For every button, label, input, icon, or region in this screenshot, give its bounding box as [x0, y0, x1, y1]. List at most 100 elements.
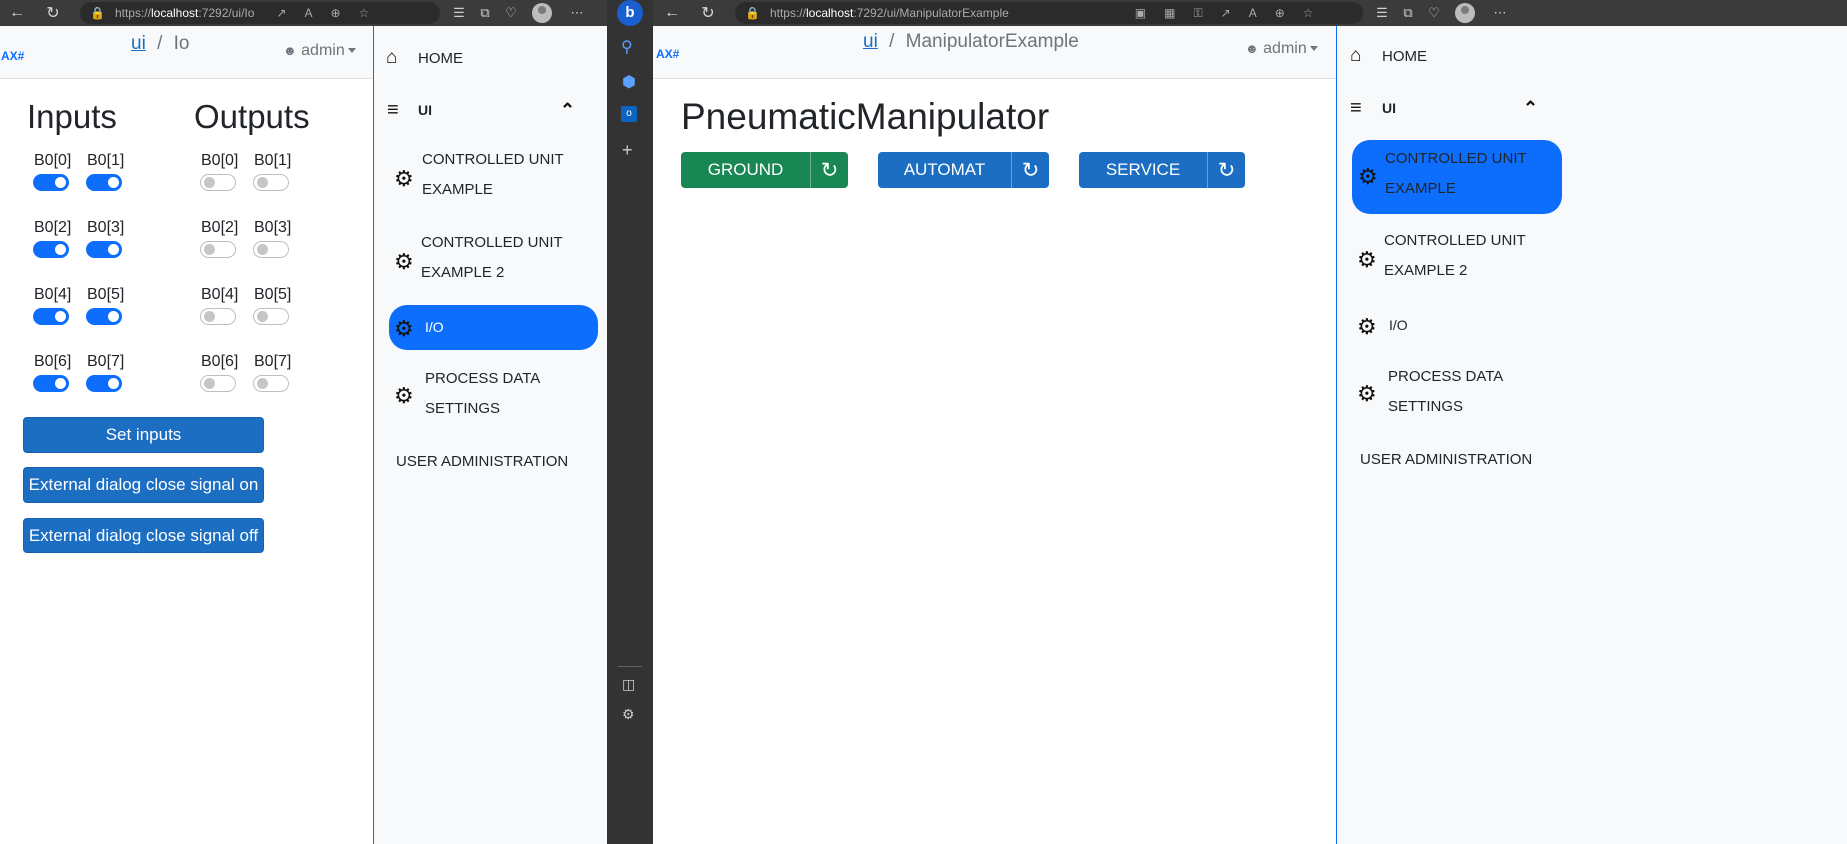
brand-logo[interactable]: AX#: [656, 47, 679, 61]
user-name: admin: [301, 42, 345, 59]
nav-controlled-unit-example[interactable]: CONTROLLED UNIT EXAMPLE: [1385, 144, 1527, 204]
input-bit-toggle[interactable]: [86, 308, 122, 325]
nav-item-label-line1: CONTROLLED UNIT: [1385, 150, 1527, 167]
input-bit-toggle[interactable]: [86, 174, 122, 191]
nav-io[interactable]: I/O: [1389, 308, 1408, 343]
zoom-icon[interactable]: ⊕: [1275, 6, 1285, 20]
open-external-icon[interactable]: ↗: [1221, 6, 1231, 20]
input-bit-label: B0[5]: [87, 286, 125, 303]
zoom-icon[interactable]: ⊕: [330, 6, 340, 20]
favorite-star-icon[interactable]: ☆: [1303, 6, 1314, 20]
output-bit-label: B0[1]: [254, 152, 292, 169]
collections-icon[interactable]: ⧉: [1395, 5, 1421, 21]
url-prefix: https://: [769, 6, 806, 20]
set-inputs-button[interactable]: Set inputs: [23, 417, 264, 453]
nav-item-label-line2: SETTINGS: [1388, 398, 1464, 415]
address-bar[interactable]: 🔒 https://localhost:7292/ui/Io ↗ A ⊕ ☆: [80, 2, 440, 24]
nav-ui[interactable]: UI: [1382, 91, 1396, 126]
breadcrumb-root-link[interactable]: ui: [863, 31, 878, 52]
input-bit-toggle[interactable]: [86, 241, 122, 258]
chevron-up-icon[interactable]: ⌃: [560, 100, 575, 121]
health-icon[interactable]: ♡: [1421, 5, 1447, 21]
output-bit-label: B0[4]: [201, 286, 239, 303]
input-bit-toggle[interactable]: [86, 375, 122, 392]
nav-ui[interactable]: UI: [418, 93, 432, 128]
input-bit-label: B0[1]: [87, 152, 125, 169]
output-bit-toggle: [200, 174, 236, 191]
favorites-icon[interactable]: ☰: [446, 5, 472, 21]
nav-item-label-line2: EXAMPLE 2: [1384, 262, 1468, 279]
nav-item-label-line1: PROCESS DATA: [425, 370, 541, 387]
profile-avatar[interactable]: [532, 3, 552, 23]
gear-icon: ⚙: [1357, 314, 1377, 339]
grid-icon[interactable]: ▦: [1164, 6, 1175, 20]
ground-button[interactable]: GROUND: [681, 152, 810, 188]
breadcrumb-root-link[interactable]: ui: [131, 33, 146, 54]
favorite-star-icon[interactable]: ☆: [359, 6, 370, 20]
nav-process-data-settings[interactable]: PROCESS DATA SETTINGS: [425, 364, 540, 424]
output-bit-label: B0[6]: [201, 353, 239, 370]
caret-down-icon: [1309, 46, 1318, 52]
nav-controlled-unit-example-2[interactable]: CONTROLLED UNIT EXAMPLE 2: [421, 228, 563, 288]
output-bit-label: B0[7]: [254, 353, 292, 370]
settings-gear-icon[interactable]: ⚙: [622, 706, 635, 723]
add-icon[interactable]: +: [622, 140, 633, 161]
back-arrow-icon[interactable]: ←: [4, 4, 30, 22]
nav-controlled-unit-example[interactable]: CONTROLLED UNIT EXAMPLE: [422, 145, 564, 205]
gear-icon: ⚙: [1358, 164, 1378, 189]
nav-home[interactable]: HOME: [418, 41, 463, 76]
right-browser-toolbar: ← ↻ 🔒 https://localhost:7292/ui/Manipula…: [653, 0, 1847, 26]
favorites-icon[interactable]: ☰: [1369, 5, 1395, 21]
nav-controlled-unit-example-2[interactable]: CONTROLLED UNIT EXAMPLE 2: [1384, 226, 1526, 286]
sidebar-toggle-icon[interactable]: ◫: [622, 676, 635, 693]
input-bit-toggle[interactable]: [33, 308, 69, 325]
external-dialog-close-on-button[interactable]: External dialog close signal on: [23, 467, 264, 503]
more-icon[interactable]: ⋯: [1487, 5, 1513, 21]
collections-icon[interactable]: ⧉: [472, 5, 498, 21]
address-bar[interactable]: 🔒 https://localhost:7292/ui/ManipulatorE…: [735, 2, 1363, 24]
refresh-icon[interactable]: ↻: [810, 152, 848, 188]
caret-down-icon: [347, 48, 356, 54]
read-aloud-icon[interactable]: A: [304, 6, 312, 20]
breadcrumb-separator: /: [889, 31, 895, 52]
input-bit-toggle[interactable]: [33, 174, 69, 191]
user-menu[interactable]: ☻ admin: [283, 42, 356, 60]
shopping-icon[interactable]: ⬢: [622, 72, 636, 92]
nav-user-administration[interactable]: USER ADMINISTRATION: [1360, 442, 1532, 477]
profile-avatar[interactable]: [1455, 3, 1475, 23]
nav-item-label-line1: CONTROLLED UNIT: [1384, 232, 1526, 249]
chevron-up-icon[interactable]: ⌃: [1523, 98, 1538, 119]
automat-button[interactable]: AUTOMAT: [878, 152, 1011, 188]
refresh-icon[interactable]: ↻: [1011, 152, 1049, 188]
external-dialog-close-off-button[interactable]: External dialog close signal off: [23, 518, 264, 553]
output-bit-label: B0[2]: [201, 219, 239, 236]
refresh-icon[interactable]: ↻: [695, 3, 721, 23]
more-icon[interactable]: ⋯: [564, 5, 590, 21]
nav-user-administration[interactable]: USER ADMINISTRATION: [396, 444, 568, 479]
health-icon[interactable]: ♡: [498, 5, 524, 21]
read-aloud-icon[interactable]: A: [1249, 6, 1257, 20]
refresh-icon[interactable]: ↻: [1207, 152, 1245, 188]
nav-home[interactable]: HOME: [1382, 39, 1427, 74]
breadcrumb-current: ManipulatorExample: [905, 31, 1079, 52]
input-bit-toggle[interactable]: [33, 241, 69, 258]
search-icon[interactable]: ⚲: [621, 37, 633, 57]
outlook-icon[interactable]: o: [621, 106, 637, 122]
user-menu[interactable]: ☻ admin: [1245, 40, 1318, 58]
strip-divider: [618, 666, 642, 667]
open-external-icon[interactable]: ↗: [276, 6, 286, 20]
bing-icon[interactable]: b: [617, 0, 643, 26]
nav-process-data-settings[interactable]: PROCESS DATA SETTINGS: [1388, 362, 1503, 422]
back-arrow-icon[interactable]: ←: [659, 4, 685, 22]
lock-icon: 🔒: [90, 6, 105, 20]
brand-logo[interactable]: AX#: [1, 49, 24, 63]
person-icon: ☻: [1245, 41, 1259, 56]
key-icon[interactable]: ⚿: [1193, 6, 1202, 21]
input-bit-toggle[interactable]: [33, 375, 69, 392]
app-available-icon[interactable]: ▣: [1135, 6, 1146, 20]
input-bit-label: B0[6]: [34, 353, 72, 370]
service-button[interactable]: SERVICE: [1079, 152, 1207, 188]
nav-io[interactable]: I/O: [425, 310, 444, 345]
refresh-icon[interactable]: ↻: [40, 3, 66, 23]
input-bit-label: B0[2]: [34, 219, 72, 236]
